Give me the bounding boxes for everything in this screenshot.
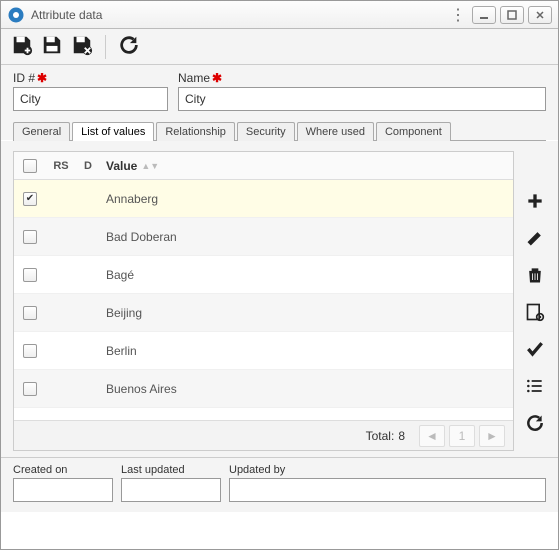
tab-general[interactable]: General [13, 122, 70, 141]
row-checkbox[interactable]: ✔ [23, 192, 37, 206]
row-checkbox[interactable] [23, 230, 37, 244]
tab-content: RS D Value▲▼ ✔ Annaberg Bad Doberan Bagé Bei… [1, 141, 558, 457]
row-value: Buenos Aires [100, 382, 513, 396]
tab-where-used[interactable]: Where used [297, 122, 374, 141]
maximize-button[interactable] [500, 6, 524, 24]
tabstrip: GeneralList of valuesRelationshipSecurit… [1, 121, 558, 140]
col-value[interactable]: Value▲▼ [100, 159, 501, 173]
refresh-button[interactable] [118, 34, 140, 59]
grid-header: RS D Value▲▼ [14, 152, 513, 180]
window-title: Attribute data [31, 8, 450, 22]
tab-list-of-values[interactable]: List of values [72, 122, 154, 141]
required-icon: ✱ [212, 71, 222, 85]
row-value: Bad Doberan [100, 230, 513, 244]
name-input[interactable] [178, 87, 546, 111]
table-row[interactable]: Buenos Aires [14, 370, 513, 408]
reload-button[interactable] [525, 413, 545, 436]
table-row[interactable]: Bagé [14, 256, 513, 294]
grid-footer: Total: 8 ◄ 1 ► [14, 420, 513, 450]
close-button[interactable] [528, 6, 552, 24]
created-input[interactable] [13, 478, 113, 502]
page-next-button[interactable]: ► [479, 425, 505, 447]
table-row[interactable]: Beijing [14, 294, 513, 332]
confirm-button[interactable] [525, 339, 545, 362]
add-row-button[interactable] [525, 191, 545, 214]
list-button[interactable] [525, 376, 545, 399]
updatedby-input[interactable] [229, 478, 546, 502]
toolbar [1, 29, 558, 65]
col-d[interactable]: D [76, 160, 100, 172]
id-label: ID #✱ [13, 71, 168, 85]
delete-row-button[interactable] [525, 265, 545, 288]
page-prev-button[interactable]: ◄ [419, 425, 445, 447]
sort-icon: ▲▼ [141, 161, 159, 171]
row-value: Berlin [100, 344, 513, 358]
tab-security[interactable]: Security [237, 122, 295, 141]
updatedby-label: Updated by [229, 464, 546, 476]
row-value: Annaberg [100, 192, 513, 206]
name-label: Name✱ [178, 71, 546, 85]
row-value: Beijing [100, 306, 513, 320]
more-icon[interactable]: ⋮ [450, 5, 462, 25]
grid-body[interactable]: ✔ Annaberg Bad Doberan Bagé Beijing Berlin Bue… [14, 180, 513, 420]
row-checkbox[interactable] [23, 268, 37, 282]
required-icon: ✱ [37, 71, 47, 85]
row-checkbox[interactable] [23, 344, 37, 358]
col-rs[interactable]: RS [46, 160, 76, 172]
row-value: Bagé [100, 268, 513, 282]
table-row[interactable]: ✔ Annaberg [14, 180, 513, 218]
page-number[interactable]: 1 [449, 425, 475, 447]
id-input[interactable] [13, 87, 168, 111]
values-grid: RS D Value▲▼ ✔ Annaberg Bad Doberan Bagé Bei… [13, 151, 514, 451]
save-button[interactable] [41, 34, 63, 59]
updated-input[interactable] [121, 478, 221, 502]
footer-form: Created on Last updated Updated by [1, 457, 558, 512]
tab-component[interactable]: Component [376, 122, 451, 141]
table-row[interactable]: Berlin [14, 332, 513, 370]
select-all-checkbox[interactable] [23, 159, 37, 173]
minimize-button[interactable] [472, 6, 496, 24]
tab-relationship[interactable]: Relationship [156, 122, 235, 141]
save-close-button[interactable] [71, 34, 93, 59]
header-form: ID #✱ Name✱ [1, 65, 558, 121]
save-new-button[interactable] [11, 34, 33, 59]
app-icon [7, 6, 25, 24]
grid-tools [520, 151, 550, 451]
titlebar: Attribute data ⋮ [1, 1, 558, 29]
toolbar-separator [105, 35, 106, 59]
created-label: Created on [13, 464, 113, 476]
total-value: 8 [398, 429, 405, 443]
total-label: Total: [366, 429, 395, 443]
updated-label: Last updated [121, 464, 221, 476]
row-checkbox[interactable] [23, 306, 37, 320]
table-row[interactable]: Buffalo [14, 408, 513, 420]
settings-row-button[interactable] [525, 302, 545, 325]
edit-row-button[interactable] [525, 228, 545, 251]
row-checkbox[interactable] [23, 382, 37, 396]
table-row[interactable]: Bad Doberan [14, 218, 513, 256]
